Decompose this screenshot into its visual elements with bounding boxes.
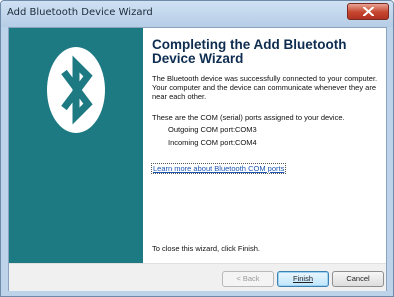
wizard-window: Add Bluetooth Device Wizard Completing t… <box>0 0 394 297</box>
incoming-port-value: COM4 <box>235 138 257 147</box>
outgoing-port-label: Outgoing COM port: <box>168 125 236 134</box>
finish-button-label: Finish <box>292 274 313 283</box>
com-ports-intro: These are the COM (serial) ports assigne… <box>152 113 345 122</box>
bluetooth-icon <box>47 47 105 133</box>
wizard-side-panel <box>9 28 143 263</box>
back-button[interactable]: < Back <box>222 271 274 287</box>
learn-more-link[interactable]: Learn more about Bluetooth COM ports <box>150 163 287 174</box>
finish-instruction: To close this wizard, click Finish. <box>152 244 260 253</box>
success-message: The Bluetooth device was successfully co… <box>152 74 378 101</box>
button-bar: < Back Finish Cancel <box>9 263 386 291</box>
wizard-content: Completing the Add Bluetooth Device Wiza… <box>150 28 382 263</box>
close-icon <box>363 7 374 16</box>
window-title: Add Bluetooth Device Wizard <box>7 7 153 18</box>
wizard-client-area: Completing the Add Bluetooth Device Wiza… <box>8 27 387 291</box>
cancel-button[interactable]: Cancel <box>332 271 384 287</box>
title-bar[interactable]: Add Bluetooth Device Wizard <box>1 1 393 27</box>
page-title: Completing the Add Bluetooth Device Wiza… <box>152 37 347 66</box>
incoming-port-label: Incoming COM port: <box>168 138 236 147</box>
close-button[interactable] <box>347 3 389 20</box>
finish-button[interactable]: Finish <box>277 271 329 287</box>
outgoing-port-value: COM3 <box>235 125 257 134</box>
